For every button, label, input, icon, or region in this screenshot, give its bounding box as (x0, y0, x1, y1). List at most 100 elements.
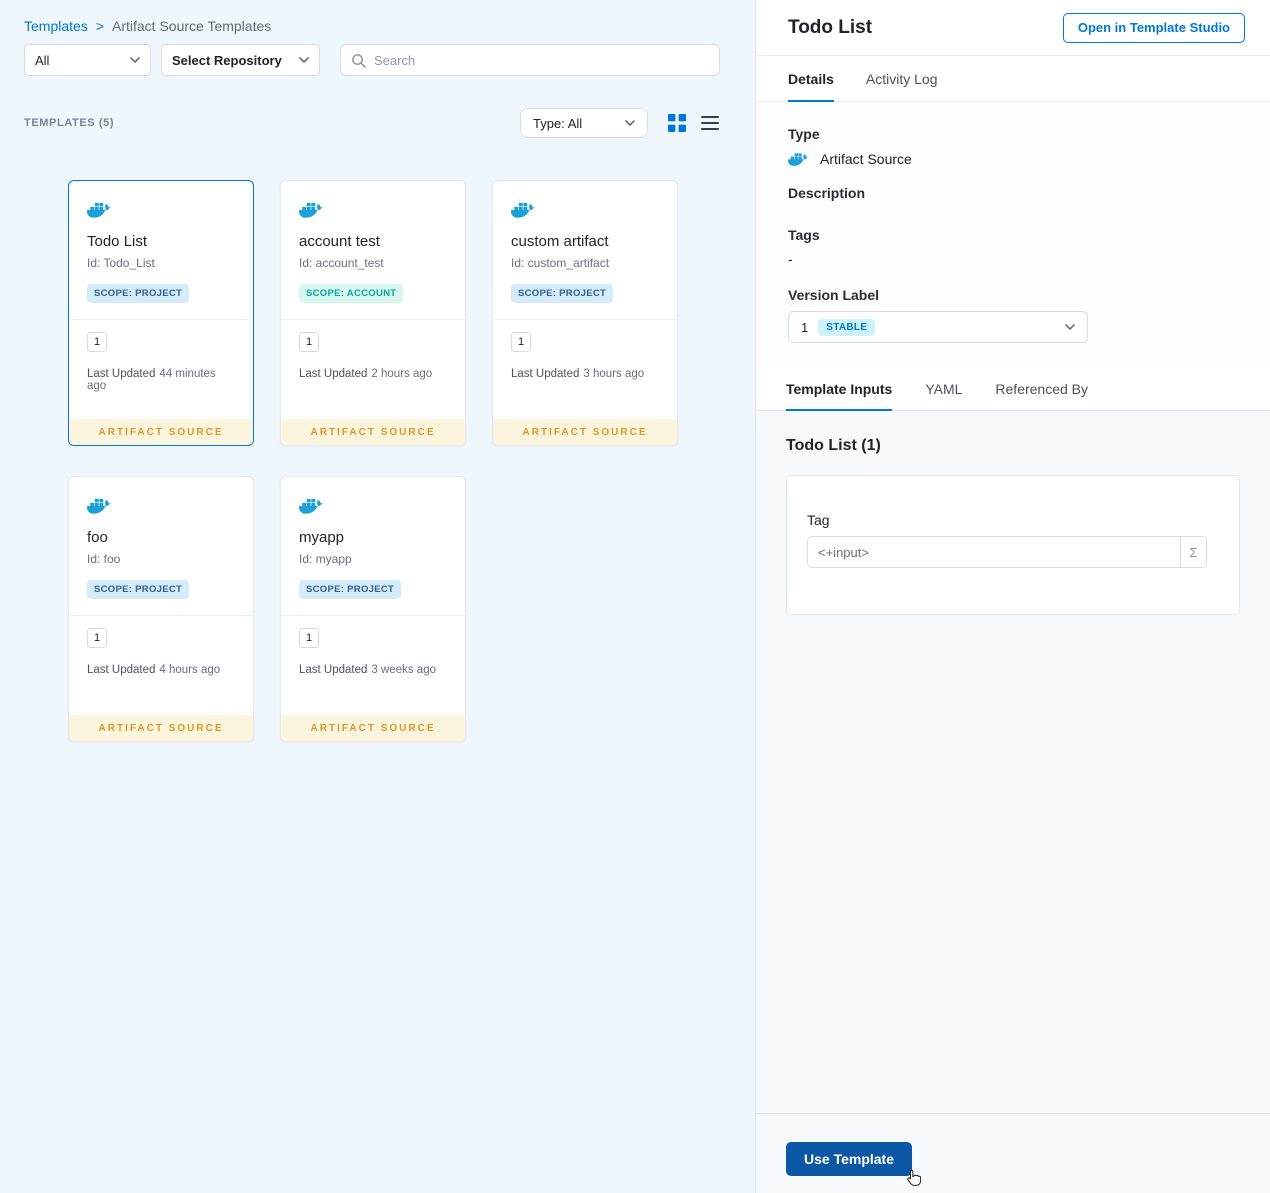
description-label: Description (788, 185, 866, 201)
details-tab-bar: Details Activity Log (756, 56, 1270, 102)
template-type-band: ARTIFACT SOURCE (69, 419, 253, 445)
divider (281, 615, 465, 616)
scope-badge: SCOPE: PROJECT (511, 284, 614, 303)
scope-badge: SCOPE: ACCOUNT (299, 284, 404, 303)
divider (493, 319, 677, 320)
version-count-box: 1 (87, 628, 107, 648)
panel-title: Todo List (788, 16, 873, 38)
last-updated: Last Updated 4 hours ago (87, 664, 221, 676)
scope-filter-dropdown[interactable]: All (24, 44, 151, 76)
template-type-band: ARTIFACT SOURCE (281, 419, 465, 445)
repository-filter-dropdown[interactable]: Select Repository (161, 44, 320, 76)
filter-row: All Select Repository (24, 44, 720, 76)
scope-badge: SCOPE: PROJECT (87, 580, 190, 599)
template-title: foo (87, 529, 108, 546)
docker-icon (788, 150, 810, 167)
template-inputs-body: Todo List (1) Tag Σ (756, 411, 1270, 1113)
version-label: Version Label (788, 287, 880, 303)
version-count-box: 1 (87, 332, 107, 352)
templates-count-label: TEMPLATES (5) (24, 117, 115, 129)
type-filter-dropdown[interactable]: Type: All (520, 108, 648, 138)
version-count-box: 1 (511, 332, 531, 352)
grid-view-icon[interactable] (668, 114, 686, 132)
chevron-down-icon (130, 57, 140, 63)
template-title: account test (299, 233, 380, 250)
template-title: Todo List (87, 233, 148, 250)
template-card-foo[interactable]: foo Id: foo SCOPE: PROJECT 1 Last Update… (68, 476, 254, 742)
template-id: Id: custom_artifact (511, 256, 610, 270)
tag-label: Tag (807, 512, 830, 528)
inputs-form-card: Tag Σ (786, 475, 1240, 615)
tab-activity-log[interactable]: Activity Log (866, 56, 938, 101)
tags-value: - (788, 251, 793, 267)
search-box[interactable] (340, 44, 720, 76)
breadcrumb-templates-link[interactable]: Templates (24, 18, 88, 34)
scope-badge: SCOPE: PROJECT (87, 284, 190, 303)
divider (69, 319, 253, 320)
templates-list-panel: Templates > Artifact Source Templates Al… (0, 0, 755, 1193)
tags-label: Tags (788, 227, 820, 243)
type-label: Type (788, 126, 820, 142)
version-count-box: 1 (299, 332, 319, 352)
open-in-template-studio-button[interactable]: Open in Template Studio (1062, 12, 1245, 43)
breadcrumb-separator-icon: > (95, 18, 104, 34)
search-input[interactable] (374, 52, 709, 68)
search-icon (352, 53, 366, 68)
template-card-todo-list[interactable]: Todo List Id: Todo_List SCOPE: PROJECT 1… (68, 180, 254, 446)
type-value-row: Artifact Source (788, 150, 1238, 167)
last-updated: Last Updated 2 hours ago (299, 368, 433, 380)
template-title: myapp (299, 529, 345, 546)
tab-referenced-by[interactable]: Referenced By (995, 367, 1088, 410)
template-card-account-test[interactable]: account test Id: account_test SCOPE: ACC… (280, 180, 466, 446)
expression-toggle-icon[interactable]: Σ (1180, 537, 1206, 567)
type-value: Artifact Source (820, 150, 912, 167)
template-id: Id: foo (87, 552, 121, 566)
mouse-cursor-icon (905, 1168, 925, 1190)
version-value: 1 (801, 319, 809, 335)
details-section: Type Artifact Source Description Tags - … (756, 102, 1270, 367)
chevron-down-icon (625, 120, 635, 126)
inputs-tab-bar: Template Inputs YAML Referenced By (756, 367, 1270, 411)
panel-footer: Use Template (756, 1113, 1270, 1193)
version-count-box: 1 (299, 628, 319, 648)
template-card-custom-artifact[interactable]: custom artifact Id: custom_artifact SCOP… (492, 180, 678, 446)
template-card-myapp[interactable]: myapp Id: myapp SCOPE: PROJECT 1 Last Up… (280, 476, 466, 742)
tag-input[interactable] (808, 537, 1180, 567)
docker-icon (87, 495, 113, 515)
template-type-band: ARTIFACT SOURCE (493, 419, 677, 445)
inputs-heading: Todo List (1) (786, 437, 881, 454)
stable-badge: STABLE (818, 318, 876, 336)
template-type-band: ARTIFACT SOURCE (69, 715, 253, 741)
template-details-panel: Todo List Open in Template Studio Detail… (755, 0, 1270, 1193)
tab-yaml[interactable]: YAML (925, 367, 962, 410)
template-id: Id: account_test (299, 256, 384, 270)
last-updated: Last Updated 3 hours ago (511, 368, 645, 380)
docker-icon (299, 495, 325, 515)
template-card-grid: Todo List Id: Todo_List SCOPE: PROJECT 1… (68, 180, 680, 742)
list-view-icon[interactable] (701, 115, 719, 131)
view-toggles (668, 114, 719, 132)
docker-icon (299, 199, 325, 219)
tab-details[interactable]: Details (788, 56, 834, 102)
use-template-button[interactable]: Use Template (786, 1142, 912, 1176)
breadcrumb-current: Artifact Source Templates (112, 18, 272, 34)
tab-template-inputs[interactable]: Template Inputs (786, 367, 893, 411)
last-updated: Last Updated 44 minutes ago (87, 368, 216, 392)
template-id: Id: myapp (299, 552, 352, 566)
template-title: custom artifact (511, 233, 609, 250)
scope-badge: SCOPE: PROJECT (299, 580, 402, 599)
tag-input-wrapper: Σ (807, 536, 1207, 568)
last-updated: Last Updated 3 weeks ago (299, 664, 436, 676)
divider (69, 615, 253, 616)
chevron-down-icon (299, 57, 309, 63)
breadcrumb: Templates > Artifact Source Templates (24, 18, 271, 34)
template-id: Id: Todo_List (87, 256, 155, 270)
docker-icon (87, 199, 113, 219)
version-dropdown[interactable]: 1 STABLE (788, 311, 1088, 343)
divider (281, 319, 465, 320)
docker-icon (511, 199, 537, 219)
chevron-down-icon (1065, 324, 1075, 330)
template-type-band: ARTIFACT SOURCE (281, 715, 465, 741)
details-header: Todo List Open in Template Studio (756, 0, 1270, 56)
tag-input-row: Σ (807, 536, 1219, 568)
